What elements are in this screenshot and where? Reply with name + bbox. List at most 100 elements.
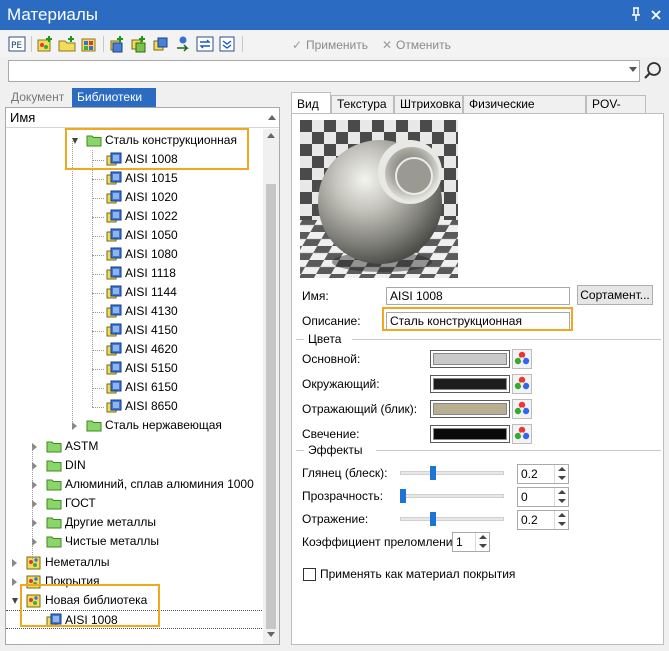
effects-group-title: Эффекты — [306, 443, 365, 457]
palette-icon[interactable] — [512, 349, 532, 369]
scroll-down-icon[interactable] — [267, 632, 275, 637]
folder-icon — [46, 496, 62, 511]
tab-view[interactable]: Вид — [291, 92, 331, 114]
folder-icon — [46, 534, 62, 549]
tree-item-label: AISI 1022 — [125, 209, 178, 223]
search-input[interactable] — [8, 60, 640, 82]
properties-editor-icon[interactable]: PE — [8, 35, 26, 53]
tab-physical-properties[interactable]: Физические свойства — [463, 95, 586, 128]
apply-button[interactable]: ✓ Применить — [290, 36, 368, 54]
slider-thumb[interactable] — [400, 489, 406, 503]
stepper-up-icon[interactable] — [554, 465, 568, 474]
slider-thumb[interactable] — [430, 466, 436, 480]
expand-closed-icon[interactable] — [12, 559, 17, 567]
color-label: Отражающий (блик): — [302, 402, 418, 416]
color-swatch[interactable] — [430, 425, 510, 443]
effect-stepper[interactable]: 0.2 — [517, 464, 569, 484]
tree-group-metal[interactable]: Чистые металлы — [6, 532, 262, 551]
color-swatch[interactable] — [430, 350, 510, 368]
tree-item-material[interactable]: AISI 8650 — [6, 397, 262, 416]
tab-document[interactable]: Документ — [6, 88, 72, 107]
tree-group-metal[interactable]: Другие металлы — [6, 513, 262, 532]
tab-pov-ray[interactable]: POV-Ray — [586, 95, 646, 128]
stepper-down-icon[interactable] — [554, 474, 568, 483]
add-material-icon[interactable] — [108, 35, 126, 53]
tree-group-metal[interactable]: Алюминий, сплав алюминия 1000 — [6, 475, 262, 494]
tree-item-material[interactable]: AISI 6150 — [6, 378, 262, 397]
color-swatch[interactable] — [430, 400, 510, 418]
palette-icon[interactable] — [512, 399, 532, 419]
collapse-down-icon[interactable] — [218, 35, 236, 53]
tree-group-metal[interactable]: ГОСТ — [6, 494, 262, 513]
material-icon — [106, 247, 122, 262]
add-material-copy-icon[interactable] — [130, 35, 148, 53]
scroll-up-icon[interactable] — [267, 133, 275, 138]
tree-item-material[interactable]: AISI 4620 — [6, 340, 262, 359]
expand-open-icon[interactable] — [12, 598, 18, 604]
effect-value: 0.2 — [521, 467, 538, 481]
link-material-icon[interactable] — [174, 35, 192, 53]
name-field[interactable]: AISI 1008 — [386, 287, 570, 305]
tree-item-material[interactable]: AISI 4150 — [6, 321, 262, 340]
tree-group-metal[interactable]: ASTM — [6, 437, 262, 456]
effect-stepper[interactable]: 0.2 — [517, 510, 569, 530]
tree-item-material[interactable]: AISI 1118 — [6, 264, 262, 283]
folder-icon — [46, 477, 62, 492]
stepper-up-icon[interactable] — [475, 533, 489, 542]
new-library-icon[interactable] — [36, 35, 54, 53]
effect-slider[interactable] — [400, 465, 504, 481]
colors-group-title: Цвета — [306, 332, 344, 346]
tree-column-header[interactable]: Имя — [6, 108, 279, 128]
tree-item-label: Алюминий, сплав алюминия 1000 — [65, 477, 254, 491]
tree-library[interactable]: Неметаллы — [6, 553, 262, 572]
tab-hatch[interactable]: Штриховка — [394, 95, 463, 114]
slider-thumb[interactable] — [430, 512, 436, 526]
library-grid-icon[interactable] — [80, 35, 98, 53]
tree-item-material[interactable]: AISI 4130 — [6, 302, 262, 321]
refraction-value: 1 — [456, 535, 463, 549]
color-swatch[interactable] — [430, 375, 510, 393]
tree-scrollbar[interactable] — [263, 129, 279, 644]
tree-group-metal[interactable]: DIN — [6, 456, 262, 475]
effect-slider[interactable] — [400, 511, 504, 527]
tree-item-label: AISI 4130 — [125, 304, 178, 318]
stepper-down-icon[interactable] — [554, 520, 568, 529]
cancel-button[interactable]: ✕ Отменить — [380, 36, 451, 54]
pin-icon[interactable] — [628, 6, 644, 24]
tree-item-material[interactable]: AISI 1144 — [6, 283, 262, 302]
tree-item-material[interactable]: AISI 1050 — [6, 226, 262, 245]
search-icon[interactable] — [642, 60, 664, 82]
open-folder-icon[interactable] — [58, 35, 76, 53]
material-icon — [106, 171, 122, 186]
material-icon — [106, 285, 122, 300]
color-fill — [433, 378, 507, 390]
refraction-stepper[interactable]: 1 — [452, 532, 490, 552]
tab-texture[interactable]: Текстура — [331, 95, 394, 114]
effect-slider[interactable] — [400, 488, 504, 504]
library-icon — [26, 555, 42, 570]
palette-icon[interactable] — [512, 374, 532, 394]
tab-libraries[interactable]: Библиотеки — [72, 88, 156, 107]
assortment-button[interactable]: Сортамент... — [577, 285, 653, 305]
effect-stepper[interactable]: 0 — [517, 487, 569, 507]
stepper-down-icon[interactable] — [554, 497, 568, 506]
tree-group-stainless-steel[interactable]: Сталь нержавеющая — [6, 416, 262, 435]
close-icon[interactable] — [648, 6, 664, 24]
scrollbar-thumb[interactable] — [266, 184, 276, 629]
name-label: Имя: — [302, 289, 329, 303]
tree-item-material[interactable]: AISI 1020 — [6, 188, 262, 207]
stepper-up-icon[interactable] — [554, 511, 568, 520]
tree-item-material[interactable]: AISI 1022 — [6, 207, 262, 226]
material-group-icon[interactable] — [152, 35, 170, 53]
coating-checkbox[interactable] — [303, 568, 316, 581]
expand-closed-icon[interactable] — [12, 578, 17, 586]
tree-item-material[interactable]: AISI 5150 — [6, 359, 262, 378]
stepper-down-icon[interactable] — [475, 542, 489, 551]
palette-icon[interactable] — [512, 424, 532, 444]
chevron-down-icon[interactable] — [629, 67, 637, 72]
swap-icon[interactable] — [196, 35, 214, 53]
stepper-up-icon[interactable] — [554, 488, 568, 497]
tree-item-material[interactable]: AISI 1015 — [6, 169, 262, 188]
tree-item-material[interactable]: AISI 1080 — [6, 245, 262, 264]
effects-group: Эффекты — [296, 443, 661, 457]
